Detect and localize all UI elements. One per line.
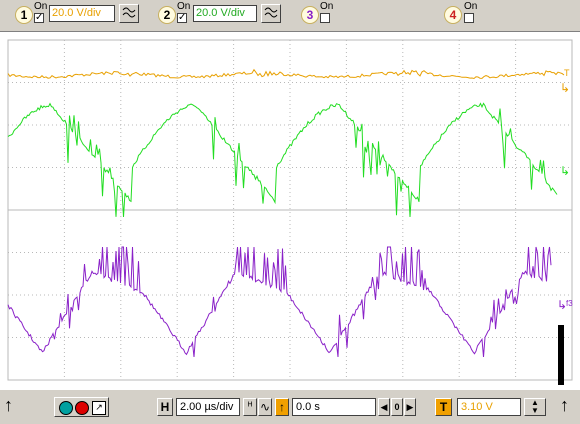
horizontal-label: H <box>157 398 173 416</box>
left-scroll-arrow-icon[interactable]: ↑ <box>4 396 13 414</box>
channel-3-on-label: On <box>320 1 334 12</box>
channel-1-badge[interactable]: 1 <box>15 6 33 24</box>
acquisition-control-group: ↗ <box>54 397 109 417</box>
channel-4-on-label: On <box>464 1 478 12</box>
channel-3-badge[interactable]: 3 <box>301 6 319 24</box>
channel-2-on-label: On <box>177 1 191 12</box>
waveform-traces <box>7 68 565 358</box>
waveform-display: T↳↳↳f3 <box>7 39 573 385</box>
channel-2-badge[interactable]: 2 <box>158 6 176 24</box>
channel-2-coupling-button[interactable] <box>261 4 281 23</box>
position-right-icon[interactable]: ▶ <box>404 398 416 416</box>
oscilloscope-screen[interactable]: T ↳ ↳ ↳ f3 <box>0 31 580 390</box>
ac-coupling-icon[interactable]: ∿ <box>258 398 272 416</box>
channel-2-volts-field[interactable]: 20.0 V/div <box>193 5 257 22</box>
channel-4-on-checkbox[interactable] <box>464 13 474 23</box>
channel-1-on-label: On <box>34 1 48 12</box>
channel-1-trigger-marker: T <box>564 68 570 78</box>
single-capture-icon[interactable] <box>59 401 73 415</box>
trigger-level-spinner[interactable]: ▲ ▼ <box>524 398 546 416</box>
right-scroll-arrow-icon[interactable]: ↑ <box>560 396 569 414</box>
channel-1-trace <box>7 68 565 80</box>
run-stop-icon[interactable] <box>75 401 89 415</box>
channel-bar: 1 On ✓ 20.0 V/div 2 On ✓ 20.0 V/div 3 On… <box>0 0 580 31</box>
channel-3-label-marker: f3 <box>566 299 573 308</box>
ac-coupling-icon <box>264 7 278 18</box>
timebase-field[interactable]: 2.00 µs/div <box>176 398 240 416</box>
channel-1-on-checkbox[interactable]: ✓ <box>34 13 44 23</box>
channel-markers: T↳↳↳f3 <box>557 68 573 385</box>
channel-1-coupling-button[interactable] <box>119 4 139 23</box>
channel-2-on-checkbox[interactable]: ✓ <box>177 13 187 23</box>
channel-4-badge[interactable]: 4 <box>444 6 462 24</box>
trigger-label: T <box>435 398 452 416</box>
channel-2-trace <box>7 102 558 218</box>
position-field[interactable]: 0.0 s <box>292 398 376 416</box>
channel-3-on-checkbox[interactable] <box>320 13 330 23</box>
position-arrow-icon[interactable]: ↑ <box>275 398 289 416</box>
ac-coupling-icon <box>122 7 136 18</box>
level-indicator-bar <box>558 325 564 385</box>
graticule-grid <box>7 39 573 381</box>
channel-3-trace <box>7 246 552 358</box>
position-left-icon[interactable]: ◀ <box>378 398 390 416</box>
channel-1-volts-field[interactable]: 20.0 V/div <box>49 5 115 22</box>
channel-1-marker-icon: ↳ <box>560 81 570 95</box>
trigger-level-field[interactable]: 3.10 V <box>457 398 521 416</box>
timebase-spin-button[interactable]: ᴴ <box>243 398 257 416</box>
auto-setup-icon[interactable]: ↗ <box>92 401 106 415</box>
channel-2-marker-icon: ↳ <box>560 164 570 178</box>
bottom-bar: ↑ ↗ H 2.00 µs/div ᴴ ∿ ↑ 0.0 s ◀ 0 ▶ T 3.… <box>0 390 580 424</box>
position-reset-icon[interactable]: 0 <box>391 398 403 416</box>
